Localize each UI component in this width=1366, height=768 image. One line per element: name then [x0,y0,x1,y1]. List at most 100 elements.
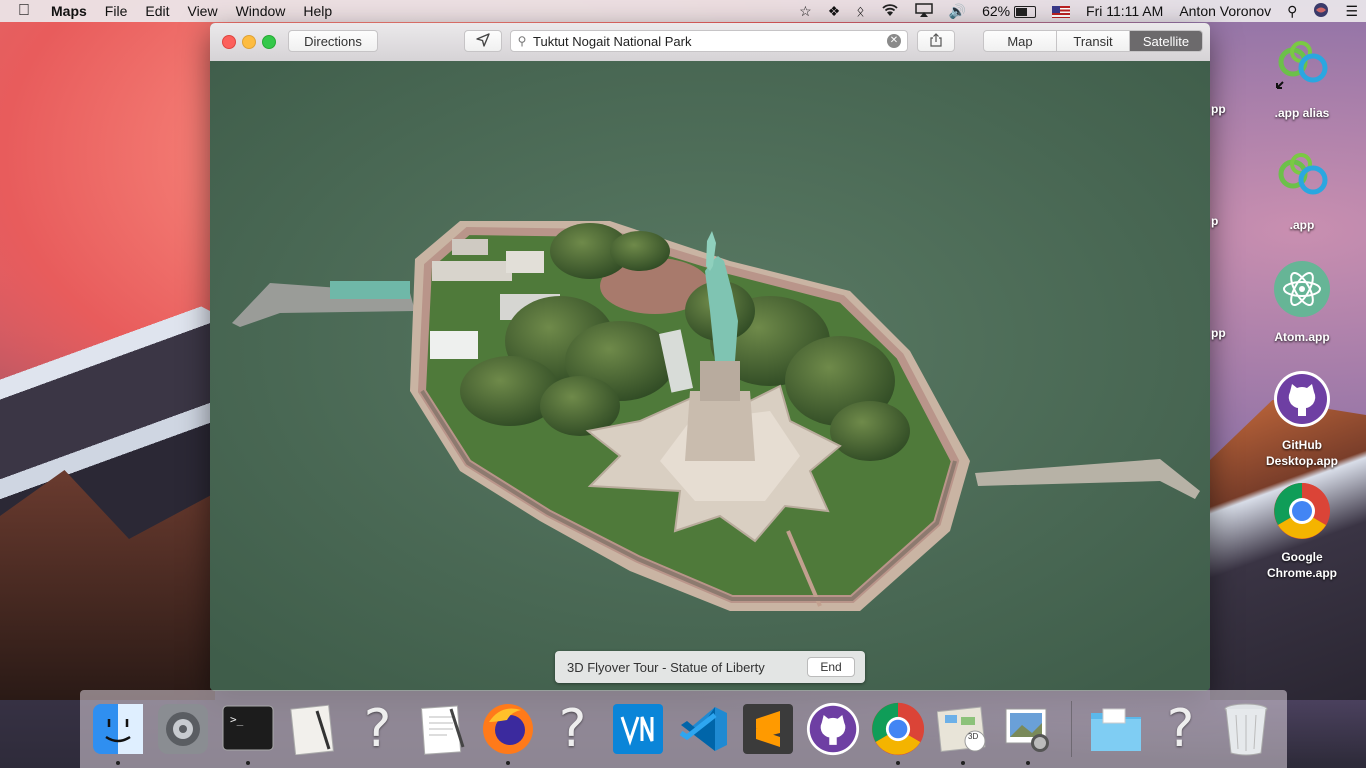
dock-downloads-folder[interactable] [1086,699,1145,759]
maps-3d-badge: 3D [968,732,979,741]
clear-search-icon[interactable]: ✕ [887,34,901,48]
notification-center-icon[interactable]: ☰ [1337,3,1366,20]
desktop-icon-label: Google Chrome.app [1266,550,1337,580]
github-icon [806,702,859,756]
dock-finder[interactable] [88,699,147,765]
tab-satellite[interactable]: Satellite [1130,31,1202,51]
zoom-button[interactable] [262,35,276,49]
dock-terminal[interactable]: >_ [218,699,277,765]
vnc-viewer-icon [612,704,663,754]
menu-window[interactable]: Window [227,3,295,19]
siri-icon[interactable] [1305,2,1337,21]
desktop-icon-label: GitHub Desktop.app [1265,438,1338,468]
battery-icon [1014,6,1037,19]
dock-vscode[interactable] [673,699,732,759]
question-mark-icon: ? [363,699,392,759]
dock-preview[interactable] [998,699,1057,765]
dock-sublime-text[interactable] [738,699,797,759]
map-mode-segmented-control: Map Transit Satellite [983,30,1203,52]
volume-icon[interactable]: 🔊 [941,3,974,20]
input-source-flag-icon[interactable] [1044,3,1078,19]
current-location-button[interactable] [464,30,502,52]
directions-button[interactable]: Directions [288,30,378,52]
question-mark-icon: ? [1166,699,1195,759]
clipped-desktop-label: pp [1211,326,1226,340]
question-mark-icon: ? [558,699,587,759]
wifi-icon[interactable] [873,3,907,20]
script-editor-icon [289,704,334,755]
tab-transit[interactable]: Transit [1057,31,1130,51]
dock-chrome[interactable] [868,699,927,765]
terminal-prompt: >_ [230,713,244,726]
tab-map[interactable]: Map [984,31,1057,51]
menu-edit[interactable]: Edit [136,3,178,19]
menubar:  Maps File Edit View Window Help ☆ ❖ ᛟ … [0,0,1366,22]
dock-script-editor[interactable] [283,699,342,759]
desktop-icon-github-desktop[interactable]: GitHub Desktop.app [1252,370,1352,469]
bluetooth-icon[interactable]: ᛟ [848,3,872,19]
dock-maps[interactable]: 3D [933,699,992,765]
maps-window: Directions ⚲ Tuktut Nogait National Park… [210,23,1210,691]
folder-icon [1090,708,1141,751]
battery-percent: 62% [982,3,1011,19]
app-menu[interactable]: Maps [42,3,96,19]
dock-unknown-app[interactable]: ? [543,699,602,759]
clipped-desktop-label: pp [1211,102,1226,116]
search-input[interactable]: Tuktut Nogait National Park [533,34,887,49]
terminal-icon [222,705,273,751]
dock-separator [1071,701,1072,757]
gear-icon [157,704,208,754]
dock-unknown-app[interactable]: ? [1151,699,1210,759]
end-tour-button[interactable]: End [807,657,855,677]
search-icon: ⚲ [517,34,527,48]
apple-menu-icon[interactable]:  [0,2,42,20]
dock-trash[interactable] [1216,699,1275,759]
dock: >_ ? ? 3D ? [80,690,1287,768]
clipped-desktop-label: p [1211,214,1219,228]
close-button[interactable] [222,35,236,49]
atom-icon [1252,260,1352,323]
desktop-icon-atom[interactable]: Atom.app [1252,260,1352,345]
location-arrow-icon [476,32,490,50]
dock-github-desktop[interactable] [803,699,862,759]
desktop-icon-label: Atom.app [1274,330,1330,344]
menu-file[interactable]: File [96,3,137,19]
dock-firefox[interactable] [478,699,537,765]
clock[interactable]: Fri 11:11 AM [1078,3,1171,19]
spotlight-search-icon[interactable]: ⚲ [1279,3,1305,20]
satellite-map-view[interactable]: 3D Flyover Tour - Statue of Liberty End [210,61,1210,691]
finder-icon [92,704,143,754]
minimize-button[interactable] [242,35,256,49]
dock-textedit[interactable] [413,699,472,759]
user-name[interactable]: Anton Voronov [1171,3,1279,19]
chrome-icon [871,702,924,756]
menu-view[interactable]: View [178,3,226,19]
dropbox-icon[interactable]: ❖ [820,3,849,20]
menu-help[interactable]: Help [294,3,341,19]
vscode-icon [679,707,727,751]
window-toolbar: Directions ⚲ Tuktut Nogait National Park… [210,23,1210,62]
desktop-icon-label: .app [1289,218,1315,232]
liberty-island-3d-view [210,61,1210,691]
desktop-icon-label: .app alias [1274,106,1330,120]
flyover-tour-title: 3D Flyover Tour - Statue of Liberty [567,659,765,675]
chrome-icon [1252,482,1352,545]
textedit-icon [420,705,464,755]
desktop-icon-google-chrome[interactable]: Google Chrome.app [1252,482,1352,581]
star-icon[interactable]: ☆ [791,3,820,20]
dock-unknown-app[interactable]: ? [348,699,407,759]
maps-icon [936,706,986,752]
battery-status[interactable]: 62% [974,3,1044,19]
share-button[interactable] [917,30,955,52]
flyover-tour-bar: 3D Flyover Tour - Statue of Liberty End [555,651,865,683]
airplay-icon[interactable] [907,2,941,20]
dock-system-preferences[interactable] [153,699,212,759]
dock-vnc-viewer[interactable] [608,699,667,759]
search-field[interactable]: ⚲ Tuktut Nogait National Park ✕ [510,30,908,52]
share-icon [930,32,942,50]
trash-icon [1224,703,1267,756]
desktop-icon-app[interactable]: .app [1252,150,1352,233]
desktop-icon-app-alias[interactable]: .app alias [1252,38,1352,121]
sublime-text-icon [742,704,793,754]
preview-icon [1005,708,1049,752]
